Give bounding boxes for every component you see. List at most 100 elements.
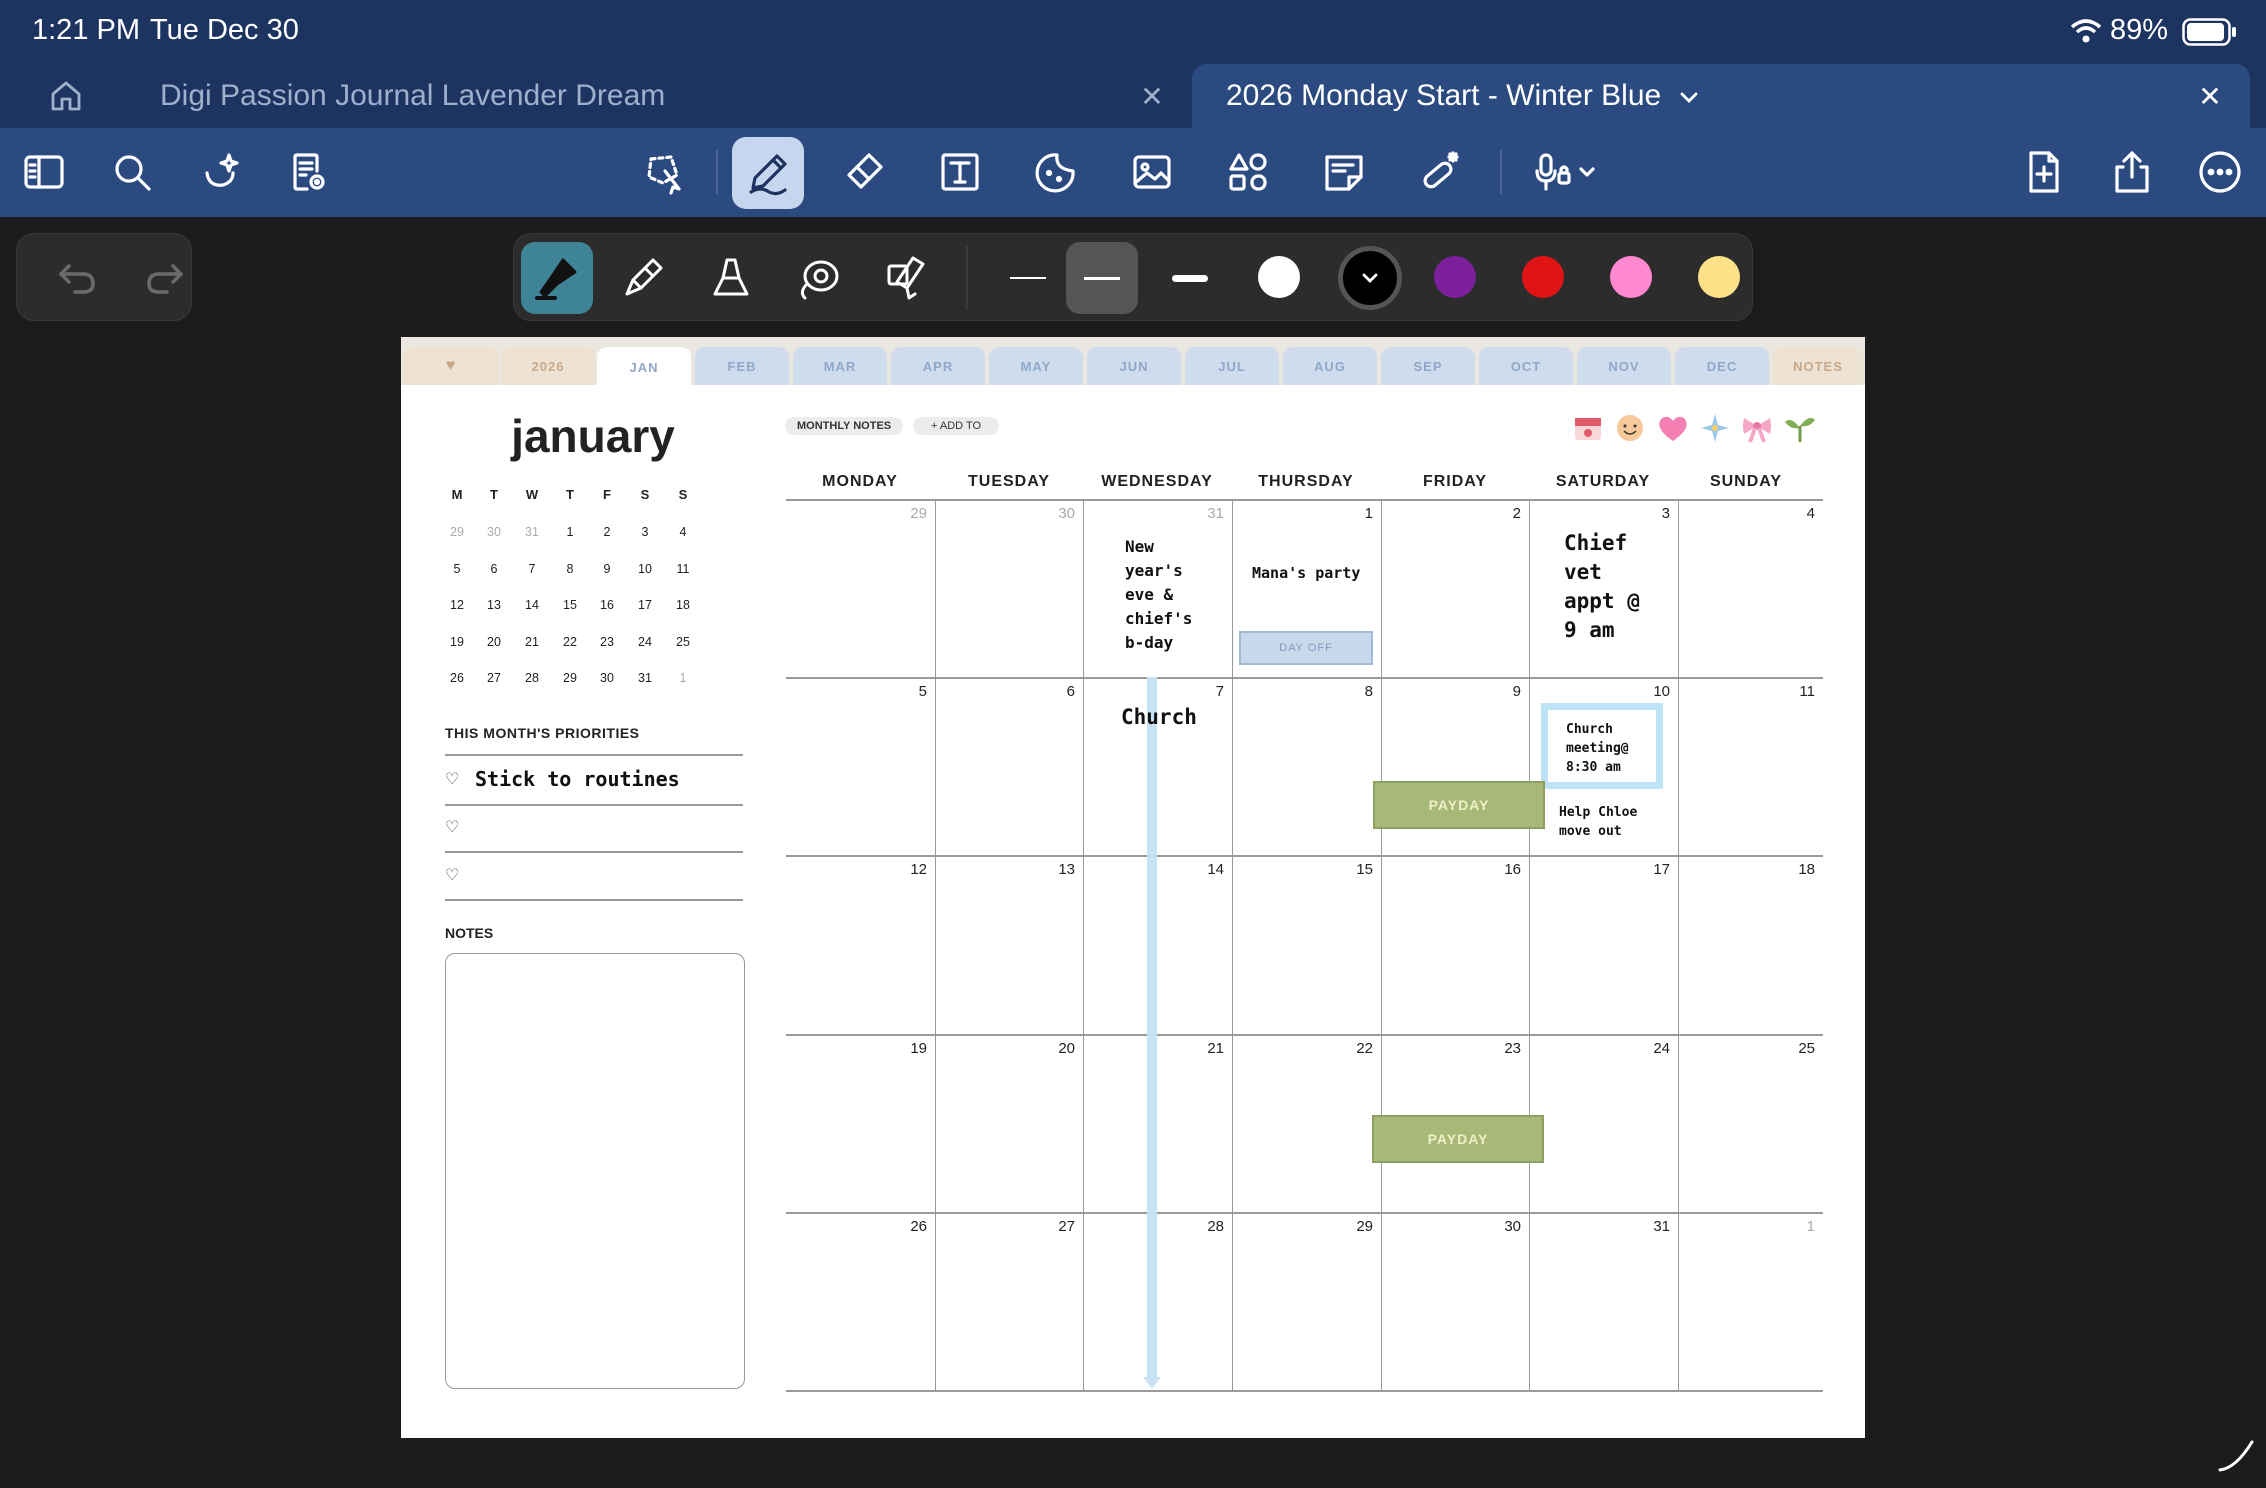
eraser-icon[interactable]	[836, 144, 892, 200]
tab-sep[interactable]: SEP	[1381, 347, 1475, 385]
day-off-label[interactable]: DAY OFF	[1239, 631, 1373, 665]
day-number[interactable]: 5	[897, 683, 927, 700]
day-number[interactable]: 22	[1343, 1040, 1373, 1057]
close-tab-icon[interactable]: ✕	[2192, 78, 2228, 114]
day-number[interactable]: 11	[1785, 683, 1815, 700]
day-number[interactable]: 24	[1640, 1040, 1670, 1057]
day-number[interactable]: 13	[1045, 861, 1075, 878]
sticker-icon[interactable]	[1028, 144, 1084, 200]
page-settings-icon[interactable]	[282, 144, 338, 200]
mini-calendar-day[interactable]: 26	[442, 671, 472, 685]
day-number[interactable]: 29	[897, 505, 927, 522]
smiley-sticker[interactable]	[1613, 411, 1647, 445]
day-number[interactable]: 31	[1640, 1218, 1670, 1235]
day-number[interactable]: 12	[897, 861, 927, 878]
ball-pen-tool[interactable]	[607, 242, 679, 314]
voice-record-icon[interactable]	[1526, 144, 1606, 200]
mini-calendar-day[interactable]: 30	[479, 525, 509, 539]
pen-icon[interactable]	[732, 137, 804, 209]
home-icon[interactable]	[48, 78, 84, 118]
lasso-tool[interactable]	[783, 242, 855, 314]
entry-church[interactable]: Church	[1121, 705, 1197, 729]
mini-calendar-day[interactable]: 19	[442, 635, 472, 649]
mini-calendar-day[interactable]: 6	[479, 562, 509, 576]
day-number[interactable]: 31	[1194, 505, 1224, 522]
bow-sticker[interactable]	[1740, 411, 1774, 445]
notes-box[interactable]	[445, 953, 745, 1389]
day-number[interactable]: 2	[1491, 505, 1521, 522]
day-number[interactable]: 27	[1045, 1218, 1075, 1235]
color-swatch-black-selected[interactable]	[1338, 246, 1402, 310]
payday-label[interactable]: PAYDAY	[1372, 1115, 1544, 1163]
day-number[interactable]: 17	[1640, 861, 1670, 878]
mini-calendar-day[interactable]: 15	[555, 598, 585, 612]
priority-item[interactable]	[475, 865, 735, 887]
color-swatch-purple[interactable]	[1434, 256, 1476, 298]
day-number[interactable]: 8	[1343, 683, 1373, 700]
mini-calendar-day[interactable]: 17	[630, 598, 660, 612]
more-icon[interactable]	[2192, 144, 2248, 200]
day-number[interactable]: 28	[1194, 1218, 1224, 1235]
tab-apr[interactable]: APR	[891, 347, 985, 385]
day-number[interactable]: 19	[897, 1040, 927, 1057]
thin-stroke-option[interactable]	[992, 242, 1064, 314]
tab-digi-passion-journal[interactable]: Digi Passion Journal Lavender Dream	[126, 64, 1186, 128]
mini-calendar-day[interactable]: 2	[592, 525, 622, 539]
mini-calendar-day[interactable]: 4	[668, 525, 698, 539]
mini-calendar-day[interactable]: 9	[592, 562, 622, 576]
day-number[interactable]: 30	[1045, 505, 1075, 522]
tab-nov[interactable]: NOV	[1577, 347, 1671, 385]
shape-pen-tool[interactable]	[871, 242, 943, 314]
day-number[interactable]: 18	[1785, 861, 1815, 878]
sparkle-lasso-icon[interactable]	[194, 144, 250, 200]
shapes-icon[interactable]	[1220, 144, 1276, 200]
day-number[interactable]: 3	[1640, 505, 1670, 522]
magic-wand-icon[interactable]	[1412, 144, 1468, 200]
sticky-note-icon[interactable]	[1316, 144, 1372, 200]
mini-calendar-day[interactable]: 18	[668, 598, 698, 612]
mini-calendar-day[interactable]: 14	[517, 598, 547, 612]
tab-may[interactable]: MAY	[989, 347, 1083, 385]
mini-calendar-day[interactable]: 11	[668, 562, 698, 576]
monthly-notes-button[interactable]: MONTHLY NOTES	[785, 417, 904, 435]
mini-calendar-day[interactable]: 24	[630, 635, 660, 649]
color-swatch-pink[interactable]	[1610, 256, 1652, 298]
chevron-down-icon[interactable]	[1679, 79, 1699, 113]
day-number[interactable]: 9	[1491, 683, 1521, 700]
tab-notes[interactable]: NOTES	[1773, 347, 1863, 385]
image-icon[interactable]	[1124, 144, 1180, 200]
close-tab-icon[interactable]: ✕	[1134, 78, 1170, 114]
add-page-icon[interactable]	[2016, 144, 2072, 200]
mini-calendar-day[interactable]: 27	[479, 671, 509, 685]
day-number[interactable]: 30	[1491, 1218, 1521, 1235]
day-number[interactable]: 10	[1640, 683, 1670, 700]
day-number[interactable]: 1	[1785, 1218, 1815, 1235]
mini-calendar-day[interactable]: 13	[479, 598, 509, 612]
search-icon[interactable]	[104, 144, 160, 200]
mini-calendar-day[interactable]: 23	[592, 635, 622, 649]
mini-calendar-day[interactable]: 31	[517, 525, 547, 539]
day-number[interactable]: 29	[1343, 1218, 1373, 1235]
mini-calendar-day[interactable]: 29	[442, 525, 472, 539]
day-number[interactable]: 25	[1785, 1040, 1815, 1057]
priority-item[interactable]: Stick to routines	[475, 767, 680, 791]
color-swatch-red[interactable]	[1522, 256, 1564, 298]
fountain-pen-tool[interactable]	[521, 242, 593, 314]
calendar-sticker[interactable]	[1571, 411, 1605, 445]
mini-calendar-day[interactable]: 20	[479, 635, 509, 649]
share-icon[interactable]	[2104, 144, 2160, 200]
thick-stroke-option[interactable]	[1154, 242, 1226, 314]
day-number[interactable]: 7	[1194, 683, 1224, 700]
lasso-select-icon[interactable]	[636, 144, 692, 200]
heart-sticker[interactable]	[1656, 411, 1690, 445]
mini-calendar-day[interactable]: 31	[630, 671, 660, 685]
tab-jan[interactable]: JAN	[597, 347, 691, 387]
day-number[interactable]: 16	[1491, 861, 1521, 878]
mini-calendar-day[interactable]: 12	[442, 598, 472, 612]
sidebar-icon[interactable]	[16, 144, 72, 200]
day-number[interactable]: 26	[897, 1218, 927, 1235]
tab-oct[interactable]: OCT	[1479, 347, 1573, 385]
tab-aug[interactable]: AUG	[1283, 347, 1377, 385]
mini-calendar-day[interactable]: 21	[517, 635, 547, 649]
text-box-icon[interactable]	[932, 144, 988, 200]
